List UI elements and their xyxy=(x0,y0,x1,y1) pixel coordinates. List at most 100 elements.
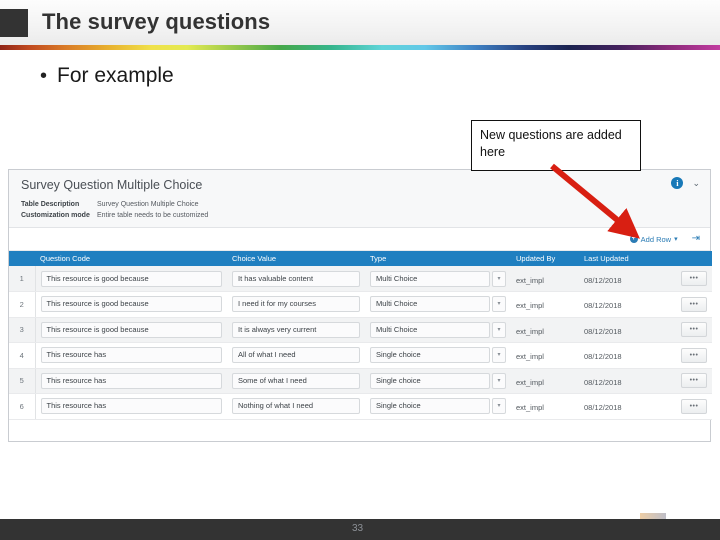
chevron-down-icon: ▾ xyxy=(674,236,678,243)
cell-actions: ••• xyxy=(667,266,712,292)
question-code-input[interactable]: This resource has xyxy=(40,398,222,415)
choice-value-input[interactable]: Nothing of what I need xyxy=(232,398,360,415)
row-actions-button[interactable]: ••• xyxy=(681,347,707,363)
updated-by-value: ext_impl xyxy=(516,301,544,311)
chevron-down-icon[interactable]: ▾ xyxy=(492,372,506,389)
type-select[interactable]: Multi Choice ▾ xyxy=(370,270,506,287)
cell-type: Single choice ▾ xyxy=(365,342,511,369)
cell-updated-by: ext_impl xyxy=(511,342,579,369)
rainbow-divider xyxy=(0,45,720,50)
cell-actions: ••• xyxy=(667,368,712,394)
choice-value-input[interactable]: Some of what I need xyxy=(232,372,360,389)
cell-last-updated: 08/12/2018 xyxy=(579,393,667,420)
chevron-down-icon[interactable]: ▾ xyxy=(492,398,506,415)
row-number: 2 xyxy=(9,291,36,318)
type-select[interactable]: Single choice ▾ xyxy=(370,372,506,389)
cell-updated-by: ext_impl xyxy=(511,266,579,292)
chevron-down-icon[interactable]: ▾ xyxy=(492,321,506,338)
type-select-value: Multi Choice xyxy=(370,296,490,313)
column-header-question-code[interactable]: Question Code xyxy=(35,251,227,266)
app-header-actions: i ⌄ xyxy=(671,177,700,189)
cell-last-updated: 08/12/2018 xyxy=(579,342,667,369)
question-code-input[interactable]: This resource has xyxy=(40,372,222,389)
last-updated-value: 08/12/2018 xyxy=(584,301,622,311)
row-actions-button[interactable]: ••• xyxy=(681,398,707,414)
row-actions-button[interactable]: ••• xyxy=(681,373,707,389)
question-code-input[interactable]: This resource has xyxy=(40,347,222,364)
row-number: 6 xyxy=(9,393,36,420)
row-actions-button[interactable]: ••• xyxy=(681,296,707,312)
column-header-choice-value[interactable]: Choice Value xyxy=(227,251,365,266)
cell-type: Multi Choice ▾ xyxy=(365,317,511,343)
chevron-down-icon[interactable]: ▾ xyxy=(492,296,506,313)
table-description-label: Table Description xyxy=(21,201,80,208)
updated-by-value: ext_impl xyxy=(516,326,544,336)
cell-last-updated: 08/12/2018 xyxy=(579,317,667,343)
question-code-input[interactable]: This resource is good because xyxy=(40,296,222,313)
annotation-arrow-icon xyxy=(550,163,640,239)
choice-value-input[interactable]: I need it for my courses xyxy=(232,296,360,313)
type-select-value: Single choice xyxy=(370,398,490,415)
cell-question-code: This resource is good because xyxy=(35,317,227,343)
export-icon[interactable]: ⇥ xyxy=(692,234,700,244)
last-updated-value: 08/12/2018 xyxy=(584,403,622,413)
column-header-last-updated[interactable]: Last Updated xyxy=(579,251,667,266)
type-select[interactable]: Multi Choice ▾ xyxy=(370,296,506,313)
last-updated-value: 08/12/2018 xyxy=(584,326,622,336)
slide-header: The survey questions xyxy=(0,0,720,45)
table-row: 3 This resource is good because It is alwa… xyxy=(9,317,712,343)
customization-mode-value: Entire table needs to be customized xyxy=(97,212,209,219)
cell-choice-value: Nothing of what I need xyxy=(227,393,365,420)
row-actions-button[interactable]: ••• xyxy=(681,322,707,338)
row-number: 4 xyxy=(9,342,36,369)
column-header-type[interactable]: Type xyxy=(365,251,511,266)
column-header-updated-by[interactable]: Updated By xyxy=(511,251,579,266)
table-body: 1 This resource is good because It has val… xyxy=(9,266,712,420)
updated-by-value: ext_impl xyxy=(516,275,544,285)
cell-choice-value: All of what I need xyxy=(227,342,365,369)
bullet-list-item: • For example xyxy=(40,64,174,88)
last-updated-value: 08/12/2018 xyxy=(584,352,622,362)
table-description-value: Survey Question Multiple Choice xyxy=(97,201,199,208)
choice-value-input[interactable]: It is always very current xyxy=(232,321,360,338)
app-title: Survey Question Multiple Choice xyxy=(21,178,203,192)
cell-updated-by: ext_impl xyxy=(511,317,579,343)
question-code-input[interactable]: This resource is good because xyxy=(40,270,222,287)
info-icon[interactable]: i xyxy=(671,177,684,189)
table-row: 2 This resource is good because I need it … xyxy=(9,291,712,318)
row-number: 5 xyxy=(9,368,36,394)
cell-actions: ••• xyxy=(667,291,712,318)
page-title: The survey questions xyxy=(42,9,271,34)
page-number: 33 xyxy=(352,523,364,534)
choice-value-input[interactable]: All of what I need xyxy=(232,347,360,364)
chevron-down-icon[interactable]: ▾ xyxy=(492,270,506,287)
header-square-decoration xyxy=(0,9,28,37)
cell-last-updated: 08/12/2018 xyxy=(579,291,667,318)
cell-type: Single choice ▾ xyxy=(365,368,511,394)
type-select[interactable]: Single choice ▾ xyxy=(370,398,506,415)
add-row-label: Add Row xyxy=(640,234,672,244)
chevron-down-icon[interactable]: ▾ xyxy=(492,347,506,364)
cell-question-code: This resource has xyxy=(35,342,227,369)
cell-choice-value: I need it for my courses xyxy=(227,291,365,318)
last-updated-value: 08/12/2018 xyxy=(584,275,622,285)
chevron-down-icon[interactable]: ⌄ xyxy=(692,178,700,188)
row-actions-button[interactable]: ••• xyxy=(681,271,707,286)
cell-last-updated: 08/12/2018 xyxy=(579,266,667,292)
cell-choice-value: Some of what I need xyxy=(227,368,365,394)
cell-question-code: This resource is good because xyxy=(35,266,227,292)
question-code-input[interactable]: This resource is good because xyxy=(40,321,222,338)
cell-updated-by: ext_impl xyxy=(511,291,579,318)
type-select[interactable]: Multi Choice ▾ xyxy=(370,321,506,338)
updated-by-value: ext_impl xyxy=(516,403,544,413)
table-row: 5 This resource has Some of what I need Sin… xyxy=(9,368,712,394)
table-row: 4 This resource has All of what I need Sing… xyxy=(9,342,712,369)
bullet-label: For example xyxy=(57,64,174,87)
table-description-row: Table Description Survey Question Multipl… xyxy=(21,201,199,208)
cell-type: Multi Choice ▾ xyxy=(365,266,511,292)
choice-value-input[interactable]: It has valuable content xyxy=(232,270,360,287)
type-select[interactable]: Single choice ▾ xyxy=(370,347,506,364)
table-row: 6 This resource has Nothing of what I need… xyxy=(9,393,712,420)
type-select-value: Single choice xyxy=(370,347,490,364)
row-number: 1 xyxy=(9,266,36,292)
